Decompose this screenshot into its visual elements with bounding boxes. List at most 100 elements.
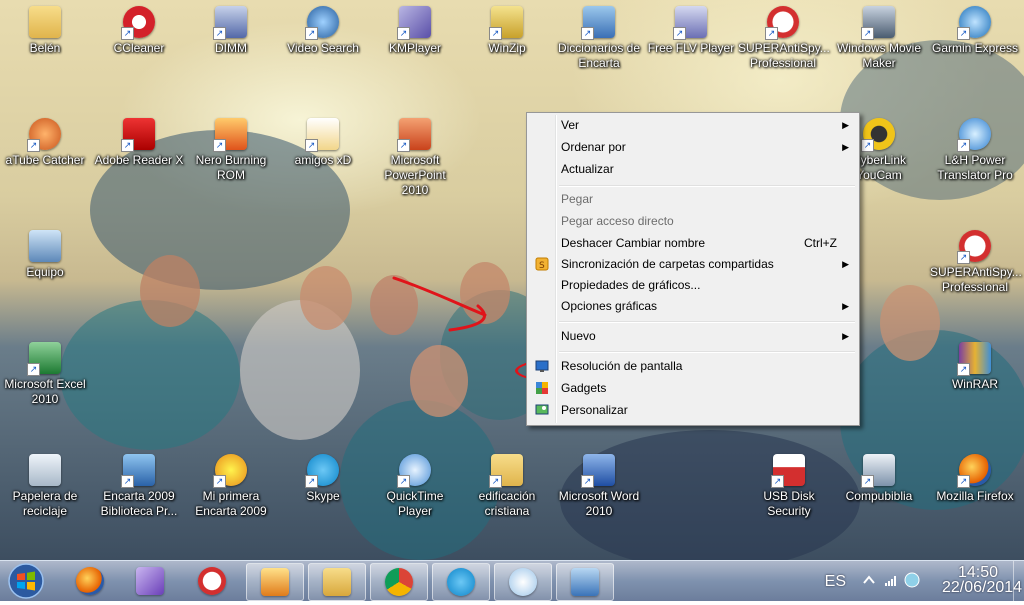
shortcut-arrow-icon: ↗ (27, 139, 40, 152)
desktop-icon[interactable]: ↗ Free FLV Player (646, 6, 736, 56)
flv-player-icon: ↗ (673, 6, 707, 40)
garmin-icon: ↗ (957, 6, 991, 40)
desktop-icon[interactable]: ↗ USB Disk Security (744, 454, 834, 519)
menu-item-propiedades-graficos[interactable]: Propiedades de gráficos... (529, 275, 857, 296)
shortcut-arrow-icon: ↗ (861, 27, 874, 40)
display-resolution-icon (535, 359, 549, 373)
menu-item-ordenar-por[interactable]: Ordenar por ▶ (529, 137, 857, 158)
explorer-icon (323, 568, 351, 596)
menu-item-pegar[interactable]: Pegar (529, 189, 857, 210)
shortcut-arrow-icon: ↗ (213, 139, 226, 152)
desktop-icon[interactable]: ↗ DIMM (186, 6, 276, 56)
youcam-icon: ↗ (861, 118, 895, 152)
desktop-icon-label: Diccionarios de Encarta (557, 41, 641, 70)
tray-arrow-icon[interactable] (862, 573, 876, 587)
taskbar-button[interactable] (308, 563, 366, 601)
desktop-icon[interactable]: ↗ Windows Movie Maker (834, 6, 924, 71)
folder-icon: ↗ (489, 454, 523, 488)
desktop-icon[interactable]: Equipo (0, 230, 90, 280)
folder-icon (29, 6, 61, 38)
desktop-icon-label: aTube Catcher (5, 153, 85, 167)
desktop-icon[interactable]: ↗ Nero Burning ROM (186, 118, 276, 183)
desktop-icon[interactable]: ↗ edificación cristiana (462, 454, 552, 519)
desktop-icon[interactable]: ↗ Video Search (278, 6, 368, 56)
menu-item-opciones-graficas[interactable]: Opciones gráficas ▶ (529, 296, 857, 317)
quicktime-icon: ↗ (397, 454, 431, 488)
desktop-icon[interactable]: ↗ amigos xD (278, 118, 368, 168)
desktop-icon-label: Compubiblia (845, 489, 913, 503)
show-desktop-button[interactable] (1013, 561, 1024, 601)
start-button[interactable] (6, 562, 46, 600)
nero-icon: ↗ (213, 118, 247, 152)
desktop-icon[interactable]: ↗ Garmin Express (930, 6, 1020, 56)
taskbar-button[interactable] (62, 563, 118, 599)
menu-item-pegar-acceso-directo[interactable]: Pegar acceso directo (529, 211, 857, 232)
taskbar-button[interactable] (494, 563, 552, 601)
desktop-icon[interactable]: ↗ Encarta 2009 Biblioteca Pr... (94, 454, 184, 519)
desktop-icon[interactable]: ↗ Mozilla Firefox (930, 454, 1020, 504)
desktop-icon[interactable]: ↗ QuickTime Player (370, 454, 460, 519)
shortcut-arrow-icon: ↗ (27, 363, 40, 376)
usb-security-icon: ↗ (771, 454, 805, 488)
volume-icon[interactable] (904, 572, 920, 588)
desktop-icon-label: USB Disk Security (763, 489, 815, 518)
taskbar-button[interactable] (432, 563, 490, 601)
taskbar-button[interactable] (184, 563, 240, 599)
taskbar-button[interactable] (370, 563, 428, 601)
superantispyware-icon (198, 567, 226, 595)
submenu-arrow-icon: ▶ (842, 142, 849, 152)
firefox-icon (76, 567, 104, 595)
menu-separator (559, 185, 855, 187)
desktop-icon[interactable]: ↗ Diccionarios de Encarta (554, 6, 644, 71)
desktop-icon[interactable]: ↗ CCleaner (94, 6, 184, 56)
desktop-icon-label: WinRAR (951, 377, 998, 391)
menu-item-ver[interactable]: Ver ▶ (529, 115, 857, 136)
menu-item-deshacer[interactable]: Deshacer Cambiar nombre Ctrl+Z (529, 233, 857, 254)
menu-item-resolucion-pantalla[interactable]: Resolución de pantalla (529, 356, 857, 377)
desktop-icon[interactable]: ↗ Adobe Reader X (94, 118, 184, 168)
desktop-icon[interactable]: Papelera de reciclaje (0, 454, 90, 519)
firefox-icon: ↗ (957, 454, 991, 488)
taskbar-button[interactable] (122, 563, 178, 599)
menu-separator (559, 351, 855, 353)
desktop-icon-label: DIMM (215, 41, 247, 55)
desktop-icon[interactable]: ↗ Skype (278, 454, 368, 504)
menu-item-sincronizacion[interactable]: S Sincronización de carpetas compartidas… (529, 254, 857, 275)
shortcut-arrow-icon: ↗ (957, 475, 970, 488)
shortcut-arrow-icon: ↗ (489, 27, 502, 40)
desktop-icon[interactable]: ↗ aTube Catcher (0, 118, 90, 168)
desktop-icon-label: Microsoft Word 2010 (558, 489, 640, 518)
shortcut-arrow-icon: ↗ (305, 139, 318, 152)
superantispyware-icon: ↗ (957, 230, 991, 264)
adobe-reader-icon: ↗ (121, 118, 155, 152)
network-signal-icon[interactable] (884, 573, 898, 587)
desktop-icon[interactable]: ↗ Microsoft PowerPoint 2010 (370, 118, 460, 198)
desktop-icon[interactable]: ↗ Microsoft Word 2010 (554, 454, 644, 519)
desktop-icon[interactable]: ↗ SUPERAntiSpy... Professional (738, 6, 830, 71)
desktop-icon[interactable]: ↗ WinRAR (930, 342, 1020, 392)
desktop-icon[interactable]: ↗ Mi primera Encarta 2009 (186, 454, 276, 519)
media-player-icon (261, 568, 289, 596)
menu-item-personalizar[interactable]: Personalizar (529, 400, 857, 421)
menu-item-nuevo[interactable]: Nuevo ▶ (529, 326, 857, 347)
desktop-icon[interactable]: ↗ WinZip (462, 6, 552, 56)
taskbar-button[interactable] (246, 563, 304, 601)
skype-icon (447, 568, 475, 596)
language-indicator[interactable]: ES (825, 573, 846, 591)
desktop-icon-label: Papelera de reciclaje (12, 489, 78, 518)
desktop-icon[interactable]: ↗ L&H Power Translator Pro (930, 118, 1020, 183)
system-clock[interactable]: 14:50 22/06/2014 (942, 565, 1022, 596)
shortcut-arrow-icon: ↗ (861, 475, 874, 488)
shortcut-arrow-icon: ↗ (957, 363, 970, 376)
powerpoint-icon: ↗ (397, 118, 431, 152)
taskbar-button[interactable] (556, 563, 614, 601)
menu-item-actualizar[interactable]: Actualizar (529, 159, 857, 180)
winrar-icon: ↗ (957, 342, 991, 376)
menu-item-gadgets[interactable]: Gadgets (529, 378, 857, 399)
desktop-icon[interactable]: ↗ SUPERAntiSpy... Professional (930, 230, 1022, 295)
shortcut-arrow-icon: ↗ (121, 475, 134, 488)
desktop-icon[interactable]: ↗ Microsoft Excel 2010 (0, 342, 90, 407)
desktop-icon[interactable]: Belén (0, 6, 90, 56)
desktop-icon[interactable]: ↗ Compubiblia (834, 454, 924, 504)
desktop-icon[interactable]: ↗ KMPlayer (370, 6, 460, 56)
